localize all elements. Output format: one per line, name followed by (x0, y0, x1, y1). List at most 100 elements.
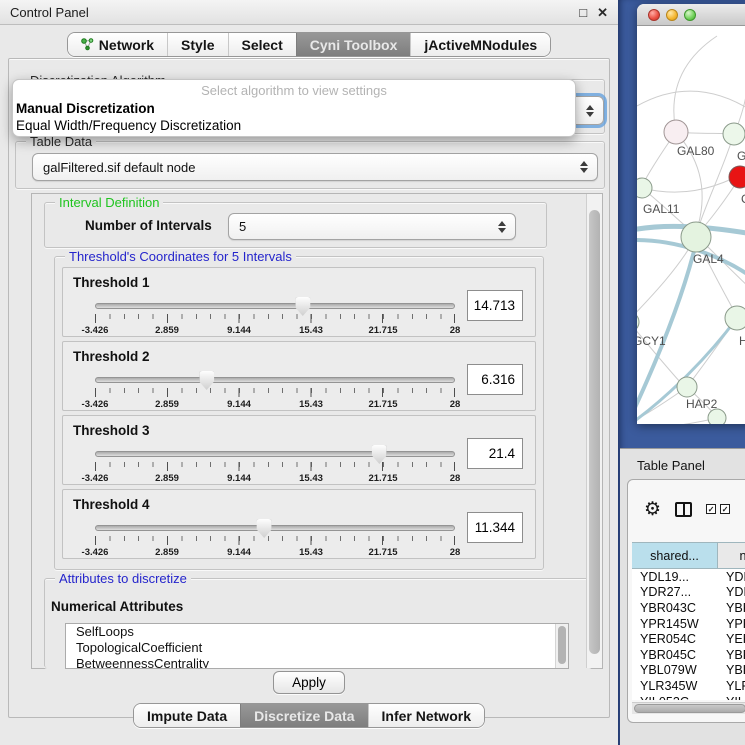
table-row[interactable]: YBL079WYBL0 (632, 663, 745, 679)
interval-definition-group: Interval Definition Number of Intervals … (44, 202, 547, 248)
thresholds-group: Threshold's Coordinates for 5 Intervals … (54, 256, 544, 570)
split-columns-icon[interactable] (675, 502, 692, 517)
table-row[interactable]: YIL053CYIL0 (632, 694, 745, 700)
list-item[interactable]: SelfLoops (66, 624, 568, 640)
tab-network[interactable]: Network (68, 33, 167, 56)
dropdown-option-manual-discretization[interactable]: Manual Discretization (13, 100, 575, 117)
tick-label: 15.43 (299, 473, 323, 484)
cell-shared-name: YER054C (632, 632, 718, 646)
algorithm-dropdown-popup: Select algorithm to view settings Manual… (12, 79, 576, 137)
apply-button[interactable]: Apply (273, 671, 345, 694)
tab-label: Infer Network (382, 708, 471, 724)
threshold-3-label: Threshold 3 (73, 423, 150, 438)
tick-label: 21.715 (368, 399, 397, 410)
number-of-intervals-combobox[interactable]: 5 (228, 213, 516, 240)
close-traffic-icon[interactable] (648, 9, 660, 21)
network-node[interactable] (677, 377, 697, 397)
threshold-4-value-field[interactable]: 11.344 (467, 512, 523, 543)
threshold-3-slider[interactable] (95, 450, 455, 460)
cell-name: YDR2 (718, 585, 745, 599)
tab-label: Select (242, 37, 283, 53)
tab-discretize-data[interactable]: Discretize Data (240, 704, 367, 727)
node-label: C (741, 192, 745, 206)
control-panel: Control Panel □ ✕ NetworkStyle Select Cyni… (0, 0, 618, 745)
tab-cyni-toolbox[interactable]: Cyni Toolbox (296, 33, 411, 56)
table-data-combobox[interactable]: galFiltered.sif default node (32, 153, 598, 181)
table-horizontal-scrollbar[interactable] (632, 702, 745, 714)
dropdown-prompt-item[interactable]: Select algorithm to view settings (13, 83, 575, 100)
combo-stepper-icon (580, 161, 588, 173)
table-panel-card: ⚙ ✓ ✓ shared... na YDL19...YDL1YDR27...Y… (627, 479, 745, 723)
network-node[interactable] (637, 312, 639, 332)
network-node[interactable] (637, 178, 652, 198)
tab-style[interactable]: Style (167, 33, 227, 56)
list-scrollbar[interactable] (555, 624, 568, 668)
gear-icon[interactable]: ⚙ (644, 500, 661, 519)
cell-name: YDL1 (718, 570, 745, 584)
attributes-group-label: Attributes to discretize (55, 571, 191, 586)
tab-label: Impute Data (147, 708, 227, 724)
threshold-1-slider[interactable] (95, 302, 455, 312)
cell-shared-name: YBR045C (632, 648, 718, 662)
cell-shared-name: YDR27... (632, 585, 718, 599)
list-item[interactable]: BetweennessCentrality (66, 656, 568, 669)
tab-impute-data[interactable]: Impute Data (134, 704, 240, 727)
combo-stepper-icon (586, 105, 594, 117)
number-of-intervals-value: 5 (239, 219, 246, 234)
network-node[interactable] (725, 306, 745, 330)
interval-definition-label: Interval Definition (55, 195, 163, 210)
column-header-name[interactable]: na (718, 543, 745, 568)
close-window-icon[interactable]: ✕ (597, 6, 608, 19)
attributes-group: Attributes to discretize Numerical Attri… (44, 578, 592, 668)
zoom-traffic-icon[interactable] (684, 9, 696, 21)
table-row[interactable]: YDL19...YDL1 (632, 569, 745, 585)
network-canvas[interactable]: GAL80GACGAL11GAL4GCY1HHAP2 (637, 26, 745, 424)
network-node[interactable] (708, 409, 726, 424)
tab-select[interactable]: Select (228, 33, 296, 56)
table-data-group: Table Data galFiltered.sif default node (15, 141, 605, 189)
network-node[interactable] (664, 120, 688, 144)
threshold-3-panel: Threshold 3 -3.4262.8599.14415.4321.7152… (62, 415, 536, 485)
tick-label: 2.859 (155, 473, 179, 484)
tab-jactivemnodules[interactable]: jActiveMNodules (410, 33, 550, 56)
table-row[interactable]: YLR345WYLR3 (632, 678, 745, 694)
dropdown-option-equal-width-frequency[interactable]: Equal Width/Frequency Discretization (13, 117, 575, 134)
threshold-2-slider[interactable] (95, 376, 455, 386)
tab-infer-network[interactable]: Infer Network (368, 704, 484, 727)
table-rows: YDL19...YDL1YDR27...YDR2YBR043CYBR0YPR14… (632, 569, 745, 700)
cell-shared-name: YDL19... (632, 570, 718, 584)
list-item[interactable]: TopologicalCoefficient (66, 640, 568, 656)
cyni-toolbox-panel: Discretization Algorithm Table Data galF… (8, 58, 610, 718)
cell-name: YER0 (718, 632, 745, 646)
column-header-shared-name[interactable]: shared... (632, 543, 718, 568)
threshold-4-slider[interactable] (95, 524, 455, 534)
checkbox-icon[interactable]: ✓ (720, 504, 730, 514)
checkbox-icon[interactable]: ✓ (706, 504, 716, 514)
panel-title: Control Panel (10, 5, 569, 20)
tab-label: Cyni Toolbox (310, 37, 398, 53)
table-row[interactable]: YER054CYER0 (632, 631, 745, 647)
table-row[interactable]: YBR043CYBR0 (632, 600, 745, 616)
node-label: GCY1 (637, 334, 666, 348)
table-row[interactable]: YBR045CYBR0 (632, 647, 745, 663)
network-node[interactable] (723, 123, 745, 145)
table-row[interactable]: YPR145WYPR1 (632, 616, 745, 632)
slider-tick-labels: -3.4262.8599.14415.4321.71528 (95, 473, 455, 484)
cell-shared-name: YLR345W (632, 679, 718, 693)
threshold-2-value-field[interactable]: 6.316 (467, 364, 523, 395)
network-node[interactable] (681, 222, 711, 252)
tick-label: 28 (450, 547, 461, 558)
threshold-3-value-field[interactable]: 21.4 (467, 438, 523, 469)
tick-label: -3.426 (82, 473, 109, 484)
network-node[interactable] (729, 166, 745, 188)
threshold-2-label: Threshold 2 (73, 349, 150, 364)
table-row[interactable]: YDR27...YDR2 (632, 585, 745, 601)
numerical-attributes-list[interactable]: SelfLoopsTopologicalCoefficientBetweenne… (65, 623, 569, 669)
float-window-icon[interactable]: □ (579, 6, 587, 19)
threshold-1-value-field[interactable]: 14.713 (467, 290, 523, 321)
settings-vertical-scrollbar[interactable] (586, 194, 602, 668)
tick-label: -3.426 (82, 399, 109, 410)
network-icon (81, 38, 94, 51)
numerical-attributes-label: Numerical Attributes (51, 599, 183, 614)
minimize-traffic-icon[interactable] (666, 9, 678, 21)
